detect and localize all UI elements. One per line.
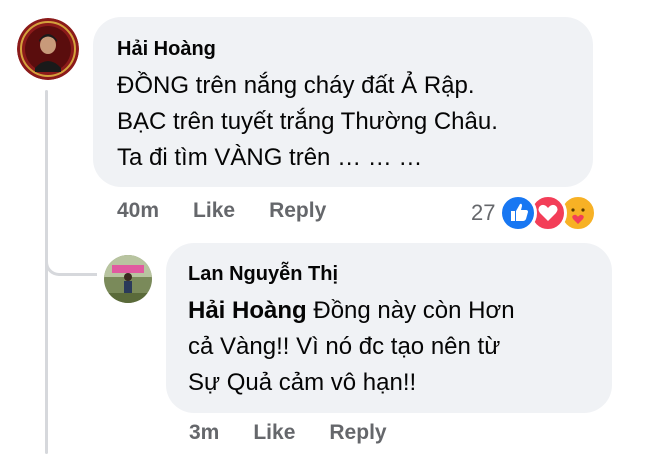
reply-button[interactable]: Reply [269, 199, 326, 223]
reply-text-line: cả Vàng!! Vì nó đc tạo nên từ [188, 333, 501, 360]
comment-text-line: BẠC trên tuyết trắng Thường Châu. [117, 108, 498, 135]
reply-author[interactable]: Lan Nguyễn Thị [188, 262, 590, 286]
thread-line [45, 90, 48, 454]
mention-link[interactable]: Hải Hoàng [188, 297, 307, 324]
reply-timestamp[interactable]: 3m [189, 421, 219, 445]
reply-bubble: Lan Nguyễn Thị Hải Hoàng Đồng này còn Hơ… [166, 243, 612, 413]
comment-bubble: Hải Hoàng ĐỒNG trên nắng cháy đất Ả Rập.… [93, 17, 593, 187]
like-button[interactable]: Like [193, 199, 235, 223]
reply-button[interactable]: Reply [329, 421, 386, 445]
reply-text-line: Sự Quả cảm vô hạn!! [188, 369, 417, 396]
reply-actions: 3m Like Reply [189, 421, 421, 445]
profile-picture-icon [104, 255, 152, 303]
profile-picture-icon [17, 18, 79, 80]
reaction-icons [499, 194, 599, 232]
reply-text-line: Hải Hoàng Đồng này còn Hơn [188, 293, 590, 329]
avatar[interactable] [104, 255, 152, 303]
comment-timestamp[interactable]: 40m [117, 199, 159, 223]
avatar[interactable] [17, 18, 79, 80]
like-button[interactable]: Like [253, 421, 295, 445]
reply-connector [45, 232, 97, 276]
reply-text: Đồng này còn Hơn [306, 297, 515, 324]
comment-text-line: ĐỒNG trên nắng cháy đất Ả Rập. [117, 72, 475, 99]
reaction-count: 27 [471, 200, 496, 225]
comment-actions: 40m Like Reply [117, 199, 360, 223]
reaction-summary[interactable]: 27 [471, 194, 599, 232]
comment-author[interactable]: Hải Hoàng [117, 37, 569, 61]
like-icon [499, 194, 538, 232]
comment-text-line: Ta đi tìm VÀNG trên … … … [117, 144, 423, 171]
